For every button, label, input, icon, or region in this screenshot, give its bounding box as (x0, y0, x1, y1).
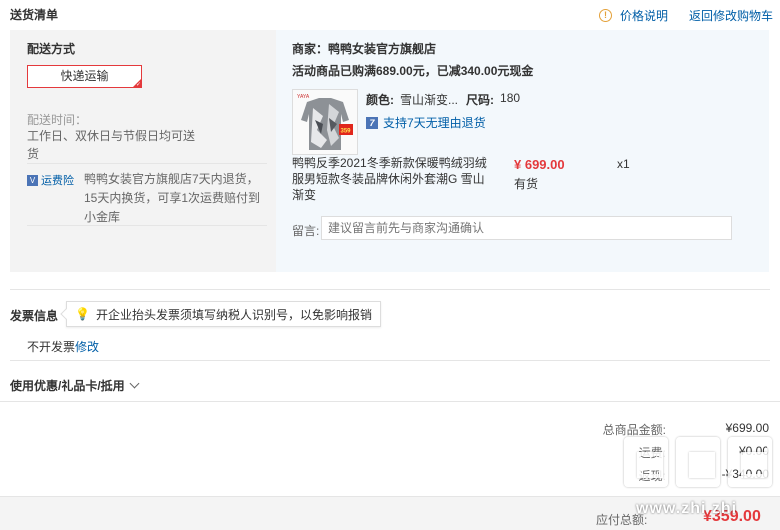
watermark-glyph (728, 437, 772, 487)
insurance-icon: V (27, 174, 38, 186)
shipping-insurance-badge[interactable]: V 运费险 (27, 172, 74, 188)
watermark-glyph (676, 437, 720, 487)
size-value: 180 (500, 91, 521, 105)
product-quantity: x1 (617, 157, 630, 171)
goods-total-label: 总商品金额: (602, 423, 666, 437)
product-price: ¥ 699.00 (514, 157, 565, 172)
invoice-tip-text: 开企业抬头发票须填写纳税人识别号，以免影响报销 (95, 307, 372, 322)
invoice-label: 发票信息 (10, 309, 59, 323)
shipping-insurance-label: 运费险 (41, 175, 74, 187)
warning-icon: ! (599, 9, 612, 22)
product-name[interactable]: 鸭鸭反季2021冬季新款保暖鸭绒羽绒服男短款冬装品牌休闲外套潮G 雪山渐变 (292, 155, 492, 203)
promo-text: 活动商品已购满689.00元，已减340.00元现金 (292, 64, 534, 78)
lightbulb-icon: 💡 (75, 307, 90, 321)
return-policy-text: 支持7天无理由退货 (383, 116, 486, 130)
return-policy-icon: 7 (366, 116, 378, 129)
divider (27, 225, 267, 226)
return-policy[interactable]: 7 支持7天无理由退货 (366, 114, 486, 131)
chevron-down-icon (129, 378, 140, 389)
shipping-insurance-text: 鸭鸭女装官方旗舰店7天内退货，15天内换货，可享1次运费赔付到小金库 (84, 172, 261, 224)
tooltip-arrow (60, 308, 72, 320)
invoice-tip: 💡 开企业抬头发票须填写纳税人识别号，以免影响报销 (60, 301, 381, 327)
invoice-status: 不开发票 (27, 340, 76, 354)
goods-total-value: ¥699.00 (725, 421, 769, 435)
color-label: 颜色: (366, 93, 394, 107)
color-value: 雪山渐变... (400, 93, 459, 107)
stock-status: 有货 (514, 177, 539, 191)
watermark-logo (624, 437, 774, 489)
back-to-cart-link[interactable]: 返回修改购物车 (689, 7, 773, 24)
product-price-badge: 359 (341, 129, 352, 135)
note-input[interactable] (321, 216, 732, 240)
check-icon: ✓ (135, 82, 141, 88)
delivery-time-label: 配送时间： (27, 113, 88, 127)
merchant-name: 商家：鸭鸭女装官方旗舰店 (292, 42, 437, 56)
watermark-text: www.zhi zhi (636, 500, 738, 517)
watermark-glyph (624, 437, 668, 487)
size-label: 尺码: (466, 93, 495, 107)
product-brand-text: YAYA (297, 94, 310, 100)
page-title: 送货清单 (10, 8, 59, 22)
coupon-toggle[interactable]: 使用优惠/礼品卡/抵用 (10, 377, 140, 394)
price-info-link[interactable]: ! 价格说明 (599, 7, 668, 24)
shipping-method-button[interactable]: 快递运输 ✓ (27, 65, 142, 88)
note-label: 留言: (292, 224, 320, 238)
divider (0, 401, 780, 402)
shipping-method-text: 快递运输 (60, 69, 109, 83)
divider (27, 163, 267, 164)
divider (10, 289, 770, 290)
product-attributes: 颜色: 雪山渐变... 尺码: 180 (366, 91, 520, 108)
price-info-label[interactable]: 价格说明 (620, 7, 668, 24)
shipping-method-label: 配送方式 (27, 42, 76, 56)
coupon-toggle-label: 使用优惠/礼品卡/抵用 (10, 379, 125, 393)
invoice-edit-link[interactable]: 修改 (75, 338, 99, 355)
divider (10, 360, 770, 361)
product-image[interactable]: YAYA 359 (292, 89, 358, 155)
delivery-time-value: 工作日、双休日与节假日均可送货 (27, 129, 196, 161)
